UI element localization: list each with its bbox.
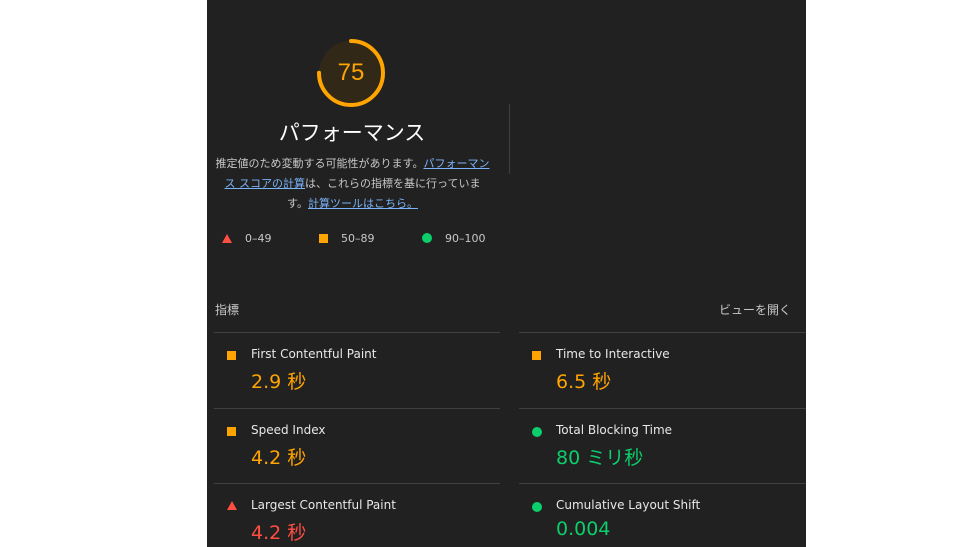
metric-fcp: First Contentful Paint 2.9 秒 [207,333,500,408]
metric-name: Speed Index [251,423,326,437]
metric-name: Total Blocking Time [556,423,673,437]
legend-label: 90–100 [445,231,486,245]
expand-view-toggle[interactable]: ビューを開く [719,301,791,318]
score-description: 推定値のため変動する可能性があります。パフォーマンス スコアの計算は、これらの指… [215,154,490,214]
calculator-link[interactable]: 計算ツールはこちら。 [308,197,418,210]
triangle-icon [222,233,232,243]
metric-name: Cumulative Layout Shift [556,498,701,512]
metric-name: Time to Interactive [556,347,670,361]
square-icon [227,351,236,360]
description-text: 推定値のため変動する可能性があります。 [215,157,424,170]
metric-value: 0.004 [556,518,611,540]
score-value: 75 [337,59,365,86]
category-title: パフォーマンス [278,121,426,145]
square-icon [227,427,236,436]
circle-icon [532,502,542,512]
metric-name: First Contentful Paint [251,347,377,361]
circle-icon [422,233,432,243]
metric-cls: Cumulative Layout Shift 0.004 [512,484,806,547]
legend-pass: 90–100 [422,230,486,246]
square-icon [532,351,541,360]
metric-tbt: Total Blocking Time 80 ミリ秒 [512,409,806,484]
legend-label: 0–49 [245,231,272,245]
metric-value: 80 ミリ秒 [556,447,644,469]
square-icon [319,233,328,243]
metric-value: 2.9 秒 [251,371,307,393]
metric-value: 4.2 秒 [251,447,307,469]
metric-speed-index: Speed Index 4.2 秒 [207,409,500,484]
legend-average: 50–89 [319,230,375,246]
circle-icon [532,427,542,437]
triangle-icon [227,501,237,510]
performance-panel: 75 パフォーマンス 推定値のため変動する可能性があります。パフォーマンス スコ… [207,0,806,547]
metric-value: 4.2 秒 [251,522,307,544]
metric-value: 6.5 秒 [556,371,612,393]
legend-fail: 0–49 [222,230,272,246]
metric-tti: Time to Interactive 6.5 秒 [512,333,806,408]
metric-lcp: Largest Contentful Paint 4.2 秒 [207,484,500,547]
legend-label: 50–89 [341,231,375,245]
metrics-header-label: 指標 [215,303,240,317]
metric-name: Largest Contentful Paint [251,498,396,512]
vertical-divider [509,104,510,174]
